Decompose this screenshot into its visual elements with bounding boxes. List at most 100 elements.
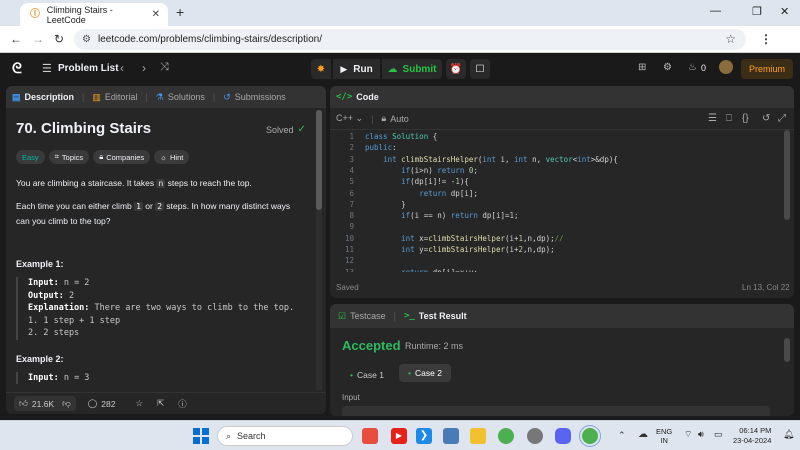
notes-icon[interactable]: ☐: [470, 59, 490, 79]
chrome-icon[interactable]: [498, 428, 514, 444]
run-button[interactable]: ▶ Run: [333, 59, 380, 79]
lock-icon: 🔒︎: [381, 113, 387, 123]
windows-start-icon[interactable]: [193, 428, 209, 444]
problem-title: 70. Climbing Stairs: [16, 120, 152, 137]
photos-app-icon[interactable]: [443, 428, 459, 444]
settings-gear-icon[interactable]: ⚙: [663, 62, 672, 73]
next-problem-icon[interactable]: ›: [142, 61, 146, 75]
checkbox-icon: ☑: [338, 310, 347, 321]
close-window-icon[interactable]: ✕: [780, 5, 789, 18]
comments-button[interactable]: ◯ 282: [88, 398, 116, 409]
restore-icon[interactable]: ❐: [752, 5, 762, 18]
avatar[interactable]: [719, 60, 733, 74]
thumbs-down-icon[interactable]: 👎︎: [62, 398, 71, 409]
description-panel: ▤ Description | ▥ Editorial | ⚗ Solution…: [6, 86, 326, 414]
example-1-block: Input: n = 2 Output: 2 Explanation: Ther…: [16, 277, 311, 340]
code-scrollbar-thumb[interactable]: [784, 130, 790, 220]
wifi-icon[interactable]: ⌔: [684, 429, 692, 440]
auto-mode[interactable]: Auto: [390, 114, 409, 124]
discord-icon[interactable]: [555, 428, 571, 444]
streak-fire-icon[interactable]: ♨: [688, 62, 697, 73]
line-number: 6: [349, 188, 354, 198]
description-scrollbar[interactable]: [316, 110, 322, 390]
scrollbar-thumb[interactable]: [316, 110, 322, 210]
leetcode-logo-icon[interactable]: ᘓ: [12, 60, 22, 77]
bookmark-star-icon[interactable]: ☆: [725, 29, 736, 50]
chrome-active-icon[interactable]: [582, 428, 598, 444]
tray-overflow-icon[interactable]: ⌃: [618, 430, 626, 441]
game-app-icon[interactable]: [362, 428, 378, 444]
address-bar[interactable]: ⚙ leetcode.com/problems/climbing-stairs/…: [74, 29, 746, 50]
tab-testcase[interactable]: ☑ Testcase: [338, 311, 386, 322]
tab-solutions[interactable]: ⚗ Solutions: [156, 92, 205, 103]
taskbar-search[interactable]: ⌕ Search: [217, 426, 353, 446]
case-1-tab[interactable]: • Case 1: [344, 366, 390, 384]
language-indicator[interactable]: ENG IN: [656, 427, 672, 445]
leetcode-favicon-icon: ⓛ: [30, 9, 40, 20]
code-header: </> Code: [330, 86, 794, 108]
shuffle-icon[interactable]: ⤨: [160, 61, 169, 74]
companies-tag[interactable]: 🔒︎ Companies: [93, 150, 151, 164]
battery-icon[interactable]: ▭: [714, 429, 723, 440]
comment-icon: ◯: [87, 398, 98, 408]
browser-menu-icon[interactable]: ⋮: [760, 32, 772, 46]
youtube-icon[interactable]: ▶: [391, 428, 407, 444]
prev-problem-icon[interactable]: ‹: [120, 61, 124, 75]
favorite-star-icon[interactable]: ☆: [135, 398, 143, 409]
reset-icon[interactable]: ↺: [762, 113, 770, 124]
volume-icon[interactable]: 🔊︎: [698, 429, 704, 440]
forward-icon[interactable]: →: [32, 32, 44, 46]
line-number: 10: [344, 233, 354, 243]
runtime-text: Runtime: 2 ms: [405, 341, 464, 351]
bookmark-icon[interactable]: ⎕: [726, 113, 732, 124]
help-icon[interactable]: ⓘ: [178, 398, 187, 410]
braces-icon[interactable]: {}: [742, 113, 749, 124]
timer-icon[interactable]: ⏰: [446, 59, 466, 79]
submit-button[interactable]: ☁ Submit: [382, 59, 442, 79]
file-explorer-icon[interactable]: [470, 428, 486, 444]
windows-taskbar: ⌕ Search ▶ ❯ ⌃ ☁ ENG IN ⌔ 🔊︎ ▭ 06:14 PM 23…: [0, 420, 800, 450]
clock[interactable]: 06:14 PM 23-04-2024: [733, 426, 771, 446]
site-info-icon[interactable]: ⚙: [82, 29, 91, 50]
notification-bell-icon[interactable]: 🔔︎: [783, 429, 794, 440]
settings-app-icon[interactable]: [527, 428, 543, 444]
premium-button[interactable]: Premium: [741, 59, 793, 79]
reload-icon[interactable]: ↻: [54, 32, 64, 46]
format-icon[interactable]: ☰: [708, 113, 717, 124]
topics-tag[interactable]: ⌗ Topics: [48, 150, 90, 164]
problem-list-link[interactable]: Problem List: [58, 63, 119, 74]
difficulty-badge[interactable]: Easy: [16, 150, 45, 164]
accepted-verdict: Accepted: [342, 338, 401, 353]
lightbulb-icon: ☼: [160, 152, 167, 162]
statement-line-2: Each time you can either climb 1 or 2 st…: [16, 201, 291, 211]
new-tab-icon[interactable]: +: [176, 4, 184, 20]
tab-test-result[interactable]: >_ Test Result: [404, 311, 467, 321]
tab-editorial[interactable]: ▥ Editorial: [92, 92, 137, 103]
vscode-icon[interactable]: ❯: [416, 428, 432, 444]
browser-tab-bar: ⓛ Climbing Stairs - LeetCode ✕ + — ❐ ✕: [0, 0, 800, 26]
minimize-icon[interactable]: —: [710, 5, 721, 17]
code-scrollbar[interactable]: [784, 130, 790, 272]
example-2-title: Example 2:: [16, 354, 64, 364]
close-tab-icon[interactable]: ✕: [152, 9, 160, 20]
result-scrollbar-thumb[interactable]: [784, 338, 790, 362]
cloud-icon[interactable]: ☁: [638, 429, 648, 440]
grid-icon[interactable]: ⊞: [638, 62, 646, 73]
case-2-tab[interactable]: • Case 2: [399, 364, 451, 382]
share-icon[interactable]: ⇱: [157, 398, 164, 409]
tab-description[interactable]: ▤ Description: [12, 92, 74, 103]
code-toolbar: C++ ⌄ | 🔒︎ Auto ☰ ⎕ {} ↺ ⤢: [330, 108, 794, 130]
back-icon[interactable]: ←: [10, 32, 22, 46]
tab-title: Climbing Stairs - LeetCode: [46, 4, 113, 25]
fullscreen-icon[interactable]: ⤢: [778, 113, 786, 124]
play-icon: ▶: [340, 63, 348, 74]
example-1-title: Example 1:: [16, 259, 64, 269]
like-button[interactable]: 👍︎ 21.6K 👎︎: [14, 396, 76, 411]
debug-bug-icon[interactable]: ✸: [311, 59, 331, 79]
result-scrollbar[interactable]: [784, 334, 790, 414]
language-select[interactable]: C++ ⌄: [336, 113, 363, 124]
hint-tag[interactable]: ☼ Hint: [154, 150, 190, 164]
browser-tab[interactable]: ⓛ Climbing Stairs - LeetCode ✕: [20, 3, 168, 26]
tab-submissions[interactable]: ↺ Submissions: [223, 92, 286, 103]
code-editor[interactable]: 12345678910111213 class Solution { publi…: [330, 130, 782, 272]
